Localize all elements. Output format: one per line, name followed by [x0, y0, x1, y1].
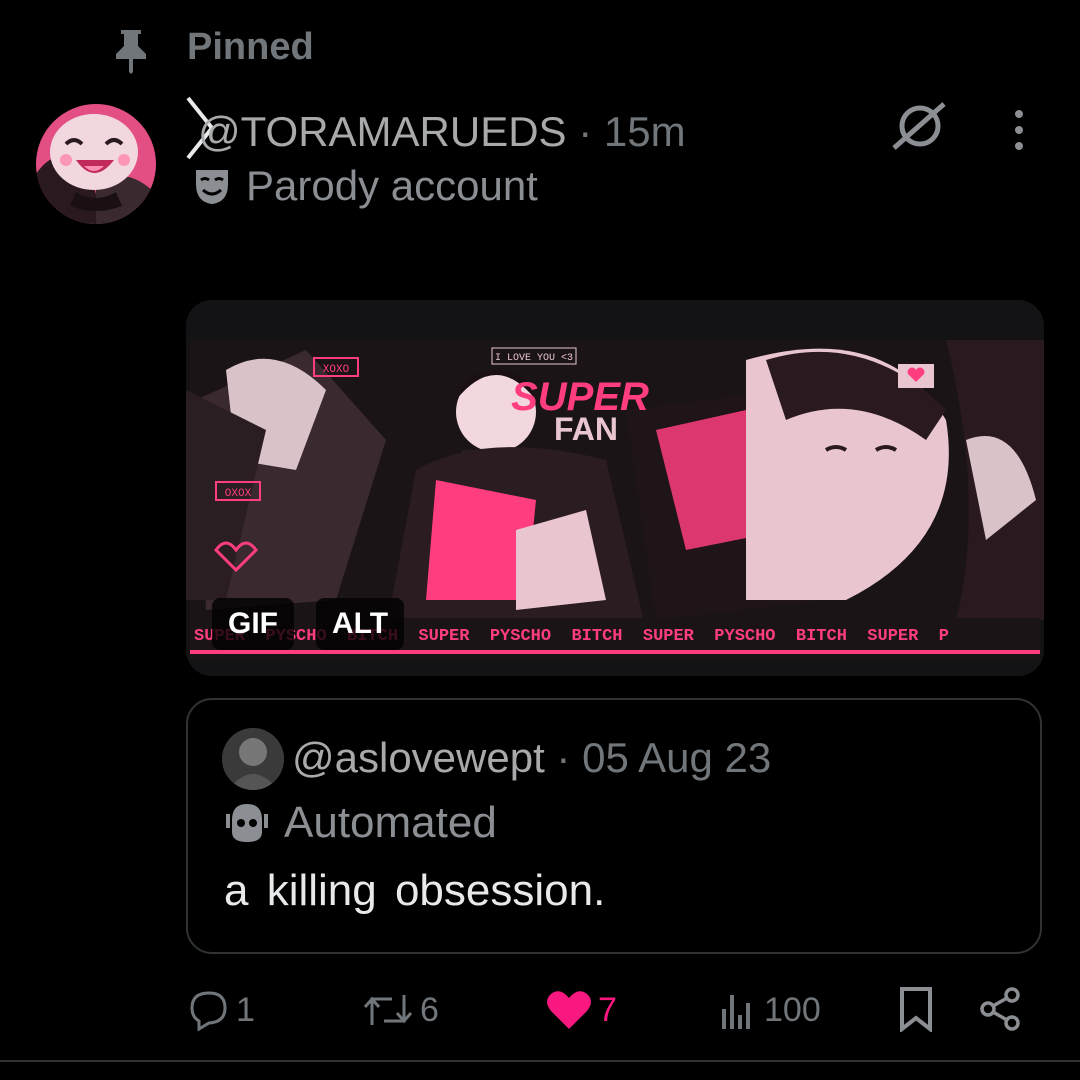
views-button[interactable]: 100	[718, 986, 821, 1034]
pinned-label: Pinned	[187, 26, 314, 68]
gif-badge: GIF	[212, 598, 294, 650]
gif-banner-image: XOXO OXOX I LOVE YOU <3 SUPER FAN SUPER …	[186, 300, 1044, 676]
speech-bubble-xoxo: XOXO	[323, 364, 350, 376]
post-time[interactable]: 15m	[604, 108, 686, 155]
quoted-separator: ·	[544, 734, 583, 781]
quoted-text: a killing obsession.	[224, 866, 606, 915]
views-icon	[722, 995, 750, 1029]
share-icon[interactable]	[978, 986, 1022, 1032]
avatar-image	[36, 104, 156, 224]
view-count: 100	[764, 990, 821, 1029]
header-separator: ·	[566, 108, 604, 155]
speech-bubble-oxox: OXOX	[225, 488, 252, 500]
pin-icon	[116, 30, 146, 74]
like-count: 7	[598, 990, 617, 1029]
bot-icon	[226, 804, 268, 842]
bookmark-icon[interactable]	[896, 986, 936, 1032]
grok-icon[interactable]	[890, 100, 948, 152]
fan-title: FAN	[554, 411, 618, 447]
account-label-text: Parody account	[246, 162, 538, 209]
more-options-icon[interactable]	[1004, 106, 1034, 154]
divider	[0, 1060, 1080, 1062]
avatar[interactable]	[36, 104, 156, 224]
post-handle[interactable]: @TORAMARUEDS	[198, 108, 567, 155]
reply-button[interactable]: 1	[188, 986, 255, 1034]
banner-strip-text: SUPER PYSCHO BITCH SUPER PYSCHO BITCH SU…	[194, 627, 949, 646]
post-header: @TORAMARUEDS · 15m	[198, 108, 686, 156]
reply-icon	[190, 991, 227, 1031]
love-tag: I LOVE YOU <3	[495, 353, 573, 364]
media-gif[interactable]: XOXO OXOX I LOVE YOU <3 SUPER FAN SUPER …	[186, 300, 1044, 676]
reply-count: 1	[236, 990, 255, 1029]
repost-button[interactable]: 6	[362, 986, 439, 1034]
quoted-handle: @aslovewept	[292, 734, 545, 781]
heart-icon	[547, 991, 591, 1029]
quoted-avatar	[222, 728, 284, 790]
theater-mask-icon	[196, 170, 228, 204]
quoted-header: @aslovewept · 05 Aug 23	[292, 734, 771, 782]
repost-count: 6	[420, 990, 439, 1029]
like-button[interactable]: 7	[546, 986, 617, 1034]
account-label: Parody account	[192, 162, 538, 210]
repost-icon	[363, 995, 413, 1025]
quoted-account-label-text: Automated	[284, 798, 497, 847]
quoted-account-label: Automated	[224, 798, 497, 848]
quoted-date: 05 Aug 23	[582, 734, 772, 781]
alt-badge[interactable]: ALT	[316, 598, 405, 650]
